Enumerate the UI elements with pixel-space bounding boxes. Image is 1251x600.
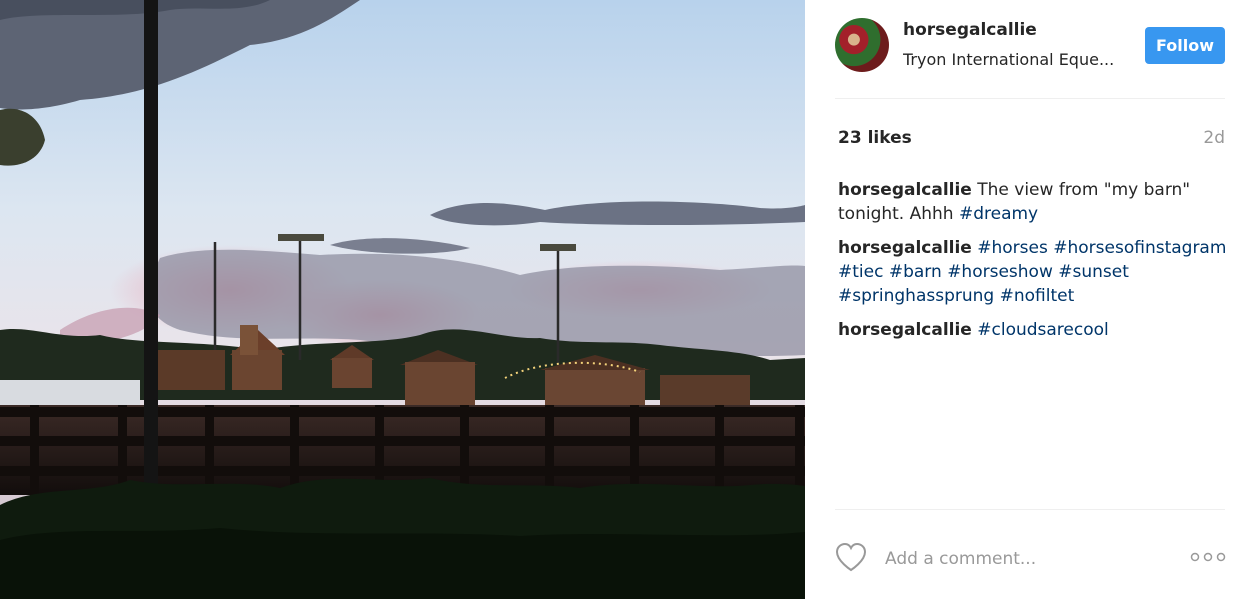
post-time[interactable]: 2d (1203, 128, 1225, 148)
post-actions (835, 509, 1226, 600)
hashtag-link[interactable]: #horses (977, 238, 1048, 258)
post-username[interactable]: horsegalcallie (903, 20, 1037, 40)
comment-item: horsegalcallie #horses #horsesofinstagra… (838, 236, 1233, 308)
post-photo[interactable] (0, 0, 805, 599)
hashtag-link[interactable]: #sunset (1058, 262, 1129, 282)
more-options-icon[interactable] (1190, 548, 1226, 566)
avatar[interactable] (835, 18, 889, 72)
sunset-photo-image (0, 0, 805, 599)
hashtag-link[interactable]: #horsesofinstagram (1053, 238, 1226, 258)
hashtag-link[interactable]: #horseshow (947, 262, 1053, 282)
hashtag-link[interactable]: #cloudsarecool (977, 320, 1109, 340)
post-header: horsegalcallie Tryon International Eque.… (835, 18, 1225, 99)
comments-list: horsegalcallie The view from "my barn" t… (838, 178, 1233, 352)
hashtag-link[interactable]: #barn (889, 262, 942, 282)
post-location[interactable]: Tryon International Eque... (903, 50, 1123, 69)
comment-item: horsegalcallie #cloudsarecool (838, 318, 1233, 342)
comment-username[interactable]: horsegalcallie (838, 320, 972, 340)
likes-count[interactable]: 23 likes (838, 128, 912, 148)
comment-username[interactable]: horsegalcallie (838, 238, 972, 258)
post-details-panel: horsegalcallie Tryon International Eque.… (805, 0, 1251, 599)
hashtag-link[interactable]: #springhassprung (838, 286, 994, 306)
hashtag-link[interactable]: #dreamy (959, 204, 1038, 224)
comment-item: horsegalcallie The view from "my barn" t… (838, 178, 1233, 226)
heart-icon[interactable] (835, 542, 867, 572)
comment-input[interactable] (883, 544, 1167, 574)
hashtag-link[interactable]: #nofiltet (1000, 286, 1075, 306)
comment-username[interactable]: horsegalcallie (838, 180, 972, 200)
hashtag-link[interactable]: #tiec (838, 262, 883, 282)
follow-button[interactable]: Follow (1145, 27, 1225, 64)
